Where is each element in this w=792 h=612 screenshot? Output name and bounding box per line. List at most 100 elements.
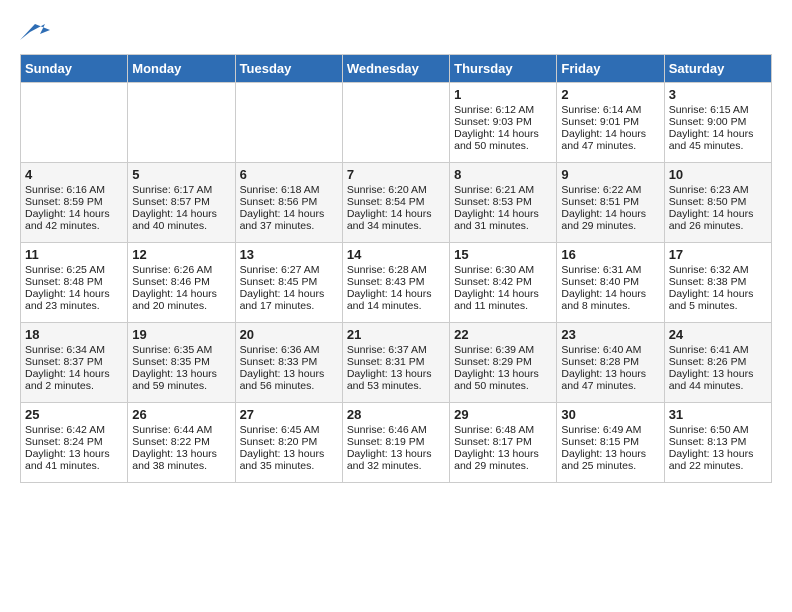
header-monday: Monday	[128, 55, 235, 83]
day-number: 13	[240, 247, 338, 262]
day-number: 30	[561, 407, 659, 422]
day-info: Sunset: 8:13 PM	[669, 436, 767, 448]
day-info: Sunset: 8:38 PM	[669, 276, 767, 288]
calendar-cell: 15Sunrise: 6:30 AMSunset: 8:42 PMDayligh…	[450, 243, 557, 323]
day-info: Daylight: 14 hours and 42 minutes.	[25, 208, 123, 232]
day-info: Sunrise: 6:28 AM	[347, 264, 445, 276]
day-info: Sunrise: 6:48 AM	[454, 424, 552, 436]
day-info: Daylight: 14 hours and 37 minutes.	[240, 208, 338, 232]
day-info: Sunrise: 6:40 AM	[561, 344, 659, 356]
day-info: Sunrise: 6:37 AM	[347, 344, 445, 356]
calendar-cell: 2Sunrise: 6:14 AMSunset: 9:01 PMDaylight…	[557, 83, 664, 163]
day-info: Sunrise: 6:41 AM	[669, 344, 767, 356]
day-info: Sunset: 8:28 PM	[561, 356, 659, 368]
calendar-cell: 7Sunrise: 6:20 AMSunset: 8:54 PMDaylight…	[342, 163, 449, 243]
calendar-cell	[128, 83, 235, 163]
day-info: Daylight: 14 hours and 2 minutes.	[25, 368, 123, 392]
day-info: Sunrise: 6:20 AM	[347, 184, 445, 196]
calendar-cell: 19Sunrise: 6:35 AMSunset: 8:35 PMDayligh…	[128, 323, 235, 403]
day-number: 14	[347, 247, 445, 262]
day-info: Sunrise: 6:18 AM	[240, 184, 338, 196]
calendar-cell: 22Sunrise: 6:39 AMSunset: 8:29 PMDayligh…	[450, 323, 557, 403]
calendar-cell: 13Sunrise: 6:27 AMSunset: 8:45 PMDayligh…	[235, 243, 342, 323]
day-info: Sunset: 8:59 PM	[25, 196, 123, 208]
day-info: Sunset: 8:50 PM	[669, 196, 767, 208]
day-info: Sunset: 8:15 PM	[561, 436, 659, 448]
day-number: 24	[669, 327, 767, 342]
day-info: Daylight: 14 hours and 26 minutes.	[669, 208, 767, 232]
day-number: 10	[669, 167, 767, 182]
day-info: Daylight: 13 hours and 32 minutes.	[347, 448, 445, 472]
calendar-cell: 26Sunrise: 6:44 AMSunset: 8:22 PMDayligh…	[128, 403, 235, 483]
calendar-cell	[342, 83, 449, 163]
calendar-cell: 25Sunrise: 6:42 AMSunset: 8:24 PMDayligh…	[21, 403, 128, 483]
day-number: 8	[454, 167, 552, 182]
calendar-cell: 8Sunrise: 6:21 AMSunset: 8:53 PMDaylight…	[450, 163, 557, 243]
day-info: Daylight: 13 hours and 29 minutes.	[454, 448, 552, 472]
day-info: Sunset: 8:57 PM	[132, 196, 230, 208]
day-info: Sunset: 8:17 PM	[454, 436, 552, 448]
day-info: Daylight: 14 hours and 50 minutes.	[454, 128, 552, 152]
day-info: Daylight: 14 hours and 29 minutes.	[561, 208, 659, 232]
header-friday: Friday	[557, 55, 664, 83]
day-info: Daylight: 13 hours and 44 minutes.	[669, 368, 767, 392]
day-info: Sunrise: 6:34 AM	[25, 344, 123, 356]
day-info: Daylight: 14 hours and 20 minutes.	[132, 288, 230, 312]
week-row-4: 18Sunrise: 6:34 AMSunset: 8:37 PMDayligh…	[21, 323, 772, 403]
day-info: Sunrise: 6:27 AM	[240, 264, 338, 276]
day-number: 16	[561, 247, 659, 262]
day-info: Sunrise: 6:17 AM	[132, 184, 230, 196]
day-info: Daylight: 13 hours and 41 minutes.	[25, 448, 123, 472]
day-info: Sunset: 8:42 PM	[454, 276, 552, 288]
day-info: Sunset: 9:00 PM	[669, 116, 767, 128]
calendar-cell: 9Sunrise: 6:22 AMSunset: 8:51 PMDaylight…	[557, 163, 664, 243]
calendar-cell: 21Sunrise: 6:37 AMSunset: 8:31 PMDayligh…	[342, 323, 449, 403]
logo	[20, 20, 54, 44]
day-number: 20	[240, 327, 338, 342]
header	[20, 20, 772, 44]
day-info: Daylight: 14 hours and 23 minutes.	[25, 288, 123, 312]
day-number: 2	[561, 87, 659, 102]
day-number: 27	[240, 407, 338, 422]
day-number: 17	[669, 247, 767, 262]
day-number: 6	[240, 167, 338, 182]
day-info: Sunrise: 6:30 AM	[454, 264, 552, 276]
calendar-cell: 1Sunrise: 6:12 AMSunset: 9:03 PMDaylight…	[450, 83, 557, 163]
day-info: Sunrise: 6:31 AM	[561, 264, 659, 276]
calendar-cell: 29Sunrise: 6:48 AMSunset: 8:17 PMDayligh…	[450, 403, 557, 483]
day-number: 9	[561, 167, 659, 182]
day-info: Daylight: 14 hours and 45 minutes.	[669, 128, 767, 152]
day-number: 21	[347, 327, 445, 342]
logo-icon	[20, 20, 50, 44]
day-info: Daylight: 14 hours and 5 minutes.	[669, 288, 767, 312]
day-info: Sunrise: 6:16 AM	[25, 184, 123, 196]
calendar-cell: 27Sunrise: 6:45 AMSunset: 8:20 PMDayligh…	[235, 403, 342, 483]
day-info: Daylight: 13 hours and 53 minutes.	[347, 368, 445, 392]
day-info: Sunset: 8:46 PM	[132, 276, 230, 288]
calendar-cell: 24Sunrise: 6:41 AMSunset: 8:26 PMDayligh…	[664, 323, 771, 403]
day-number: 18	[25, 327, 123, 342]
day-info: Sunrise: 6:22 AM	[561, 184, 659, 196]
calendar-cell: 23Sunrise: 6:40 AMSunset: 8:28 PMDayligh…	[557, 323, 664, 403]
day-info: Sunrise: 6:25 AM	[25, 264, 123, 276]
header-sunday: Sunday	[21, 55, 128, 83]
calendar-cell: 20Sunrise: 6:36 AMSunset: 8:33 PMDayligh…	[235, 323, 342, 403]
day-number: 31	[669, 407, 767, 422]
calendar-cell: 16Sunrise: 6:31 AMSunset: 8:40 PMDayligh…	[557, 243, 664, 323]
calendar-cell: 31Sunrise: 6:50 AMSunset: 8:13 PMDayligh…	[664, 403, 771, 483]
day-info: Sunrise: 6:42 AM	[25, 424, 123, 436]
day-info: Sunrise: 6:14 AM	[561, 104, 659, 116]
day-info: Daylight: 14 hours and 31 minutes.	[454, 208, 552, 232]
day-info: Sunset: 9:03 PM	[454, 116, 552, 128]
day-info: Daylight: 13 hours and 35 minutes.	[240, 448, 338, 472]
day-info: Sunset: 8:48 PM	[25, 276, 123, 288]
calendar-cell: 5Sunrise: 6:17 AMSunset: 8:57 PMDaylight…	[128, 163, 235, 243]
day-info: Sunset: 8:54 PM	[347, 196, 445, 208]
day-info: Sunrise: 6:15 AM	[669, 104, 767, 116]
day-info: Daylight: 14 hours and 40 minutes.	[132, 208, 230, 232]
day-number: 28	[347, 407, 445, 422]
day-info: Sunrise: 6:23 AM	[669, 184, 767, 196]
day-number: 4	[25, 167, 123, 182]
day-info: Daylight: 14 hours and 47 minutes.	[561, 128, 659, 152]
day-number: 12	[132, 247, 230, 262]
